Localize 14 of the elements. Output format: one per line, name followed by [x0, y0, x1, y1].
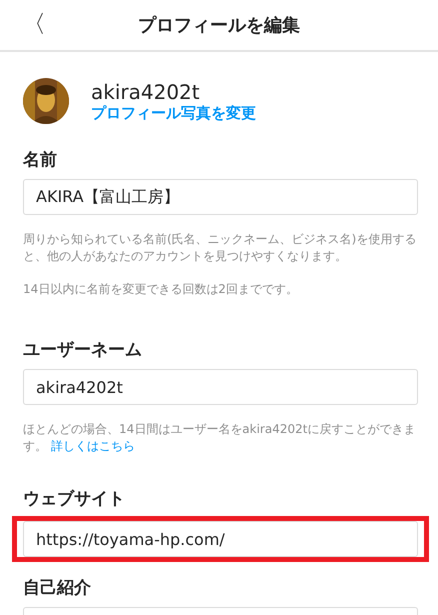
help-text: 14日以内に名前を変更できる回数は2回までです。: [23, 281, 299, 298]
text-field[interactable]: AKIRA【富山工房】: [23, 179, 418, 215]
username: akira4202t: [91, 80, 201, 104]
page-title: プロフィールを編集: [138, 14, 300, 37]
back-button[interactable]: 〈: [18, 8, 50, 40]
help-text: ほとんどの場合、14日間はユーザー名をakira4202tに戻すことができます。 詳しくはこちら: [23, 421, 416, 455]
field-label: 自己紹介: [23, 577, 92, 599]
field-label: ウェブサイト: [23, 488, 126, 510]
avatar: [23, 78, 69, 124]
help-text: 周りから知られている名前(氏名、ニックネーム、ビジネス名)を使用すると、他の人があなたのアカウントを見つけやすくなります。: [23, 231, 418, 265]
field-label: 名前: [23, 149, 58, 171]
field-label: ユーザーネーム: [23, 339, 143, 361]
text-field[interactable]: akira4202t: [23, 369, 418, 405]
text-field[interactable]: https://toyama-hp.com/: [23, 521, 418, 557]
